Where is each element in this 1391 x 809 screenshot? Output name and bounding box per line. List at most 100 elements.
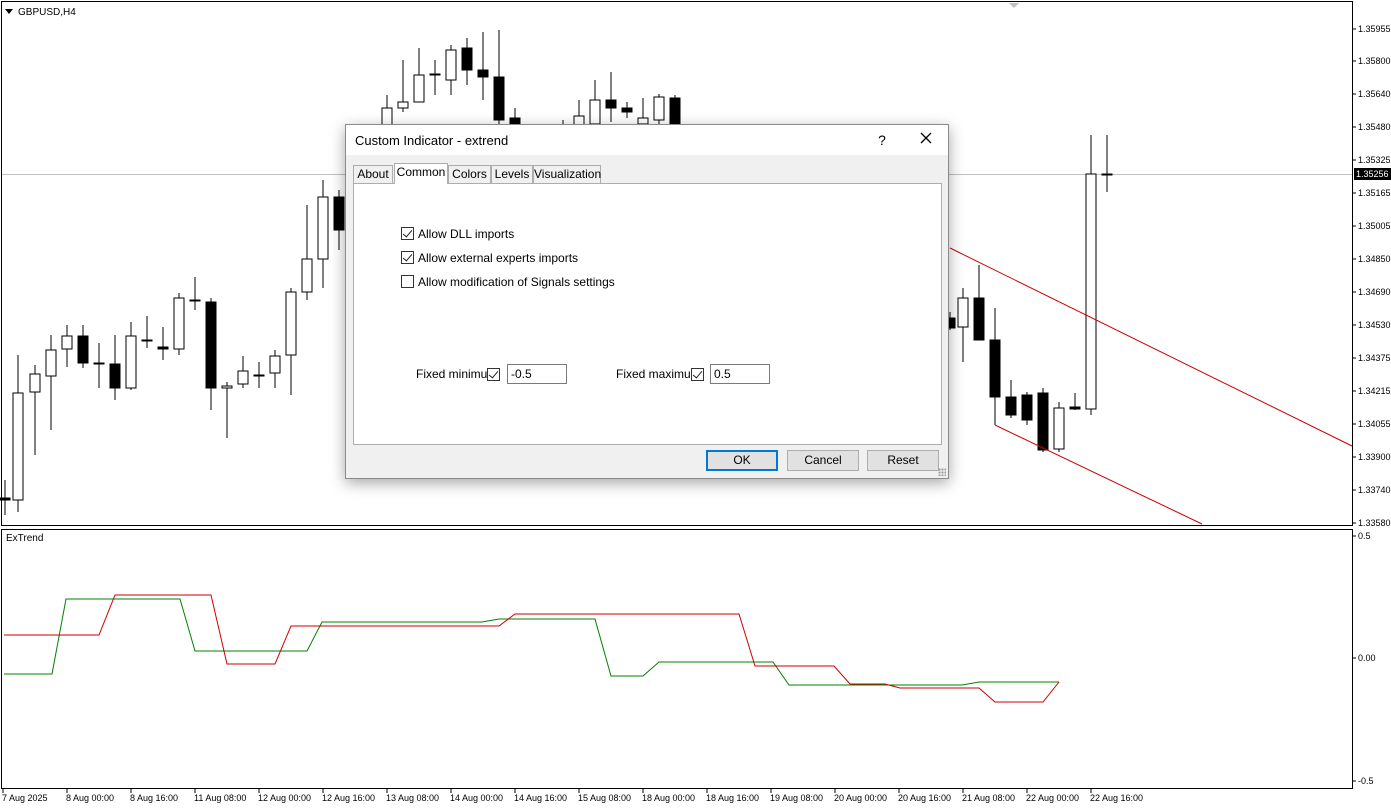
tab-common[interactable]: Common <box>394 163 448 184</box>
candle-body <box>1005 396 1017 416</box>
time-tick-label: 14 Aug 00:00 <box>450 793 503 803</box>
dialog-titlebar[interactable]: Custom Indicator - extrend ? <box>346 125 948 155</box>
price-axis: 1.35955 1.35800 1.35640 1.35480 1.35325 1.351… <box>1352 24 1391 528</box>
candle-body <box>109 363 121 389</box>
time-tick-label: 20 Aug 16:00 <box>898 793 951 803</box>
symbol-label: GBPUSD,H4 <box>18 7 76 18</box>
price-tick-label: 1.34850 <box>1358 254 1391 264</box>
time-tick-label: 22 Aug 00:00 <box>1026 793 1079 803</box>
trend-channel-lower <box>994 424 1203 525</box>
candle-body <box>253 374 265 377</box>
allow-signals-modification-checkbox[interactable] <box>401 275 414 288</box>
price-tick-label: 1.34055 <box>1358 419 1391 429</box>
allow-dll-imports-checkbox[interactable] <box>401 227 414 240</box>
candle-body <box>237 370 249 385</box>
candle-body <box>1069 406 1081 410</box>
candle-body <box>413 74 425 103</box>
indicator-tick-label: -0.5 <box>1358 776 1374 786</box>
help-button[interactable]: ? <box>872 130 892 150</box>
candle-body <box>669 97 681 127</box>
dialog-title: Custom Indicator - extrend <box>355 133 509 148</box>
tab-visualization[interactable]: Visualization <box>533 165 601 183</box>
candle-body <box>989 339 1001 398</box>
current-price-label: 1.35256 <box>1356 169 1389 179</box>
fixed-minimum-label: Fixed minimum <box>416 367 498 381</box>
candle-body <box>333 196 345 231</box>
candle-body <box>61 335 73 350</box>
allow-signals-modification-label: Allow modification of Signals settings <box>418 275 615 289</box>
tab-levels[interactable]: Levels <box>491 165 533 183</box>
candle-body <box>317 196 329 260</box>
candle-body <box>125 335 137 389</box>
time-tick-label: 12 Aug 00:00 <box>258 793 311 803</box>
close-button[interactable] <box>912 130 940 150</box>
candle-body <box>77 335 89 364</box>
candle-body <box>653 96 665 121</box>
shift-marker-icon <box>1009 3 1019 8</box>
indicator-tick-label: 0.00 <box>1358 653 1376 663</box>
candle-body <box>397 101 409 109</box>
candle-body <box>29 373 41 393</box>
price-tick-label: 1.33740 <box>1358 485 1391 495</box>
candle-body <box>157 346 169 350</box>
price-tick-label: 1.33580 <box>1358 518 1391 528</box>
price-tick-label: 1.34215 <box>1358 386 1391 396</box>
price-tick-label: 1.34690 <box>1358 287 1391 297</box>
candle-body <box>1085 173 1097 410</box>
candle-body <box>477 69 489 78</box>
custom-indicator-dialog: Custom Indicator - extrend ? About Commo… <box>345 124 949 479</box>
candle-body <box>0 497 11 501</box>
indicator-pane-border <box>1 529 1353 789</box>
price-tick-label: 1.34530 <box>1358 320 1391 330</box>
time-tick-label: 18 Aug 16:00 <box>706 793 759 803</box>
candle-body <box>12 392 24 501</box>
candle-body <box>957 297 969 328</box>
candle-body <box>589 99 601 125</box>
price-tick-label: 1.35480 <box>1358 122 1391 132</box>
candle-body <box>605 99 617 109</box>
trend-channel <box>949 247 1353 525</box>
time-axis: 7 Aug 2025 8 Aug 00:00 8 Aug 16:00 11 Aug 0… <box>2 789 1143 803</box>
extrend-green-line <box>4 598 1059 686</box>
candle-body <box>189 299 201 302</box>
candle-body <box>45 349 57 377</box>
time-tick-label: 19 Aug 08:00 <box>770 793 823 803</box>
time-tick-label: 22 Aug 16:00 <box>1090 793 1143 803</box>
candle-body <box>973 297 985 341</box>
time-tick-label: 11 Aug 08:00 <box>194 793 246 803</box>
resize-grip-icon[interactable] <box>938 468 946 476</box>
fixed-maximum-input[interactable] <box>710 364 770 384</box>
candle-body <box>461 47 473 71</box>
candle-body <box>621 107 633 113</box>
allow-external-experts-checkbox[interactable] <box>401 251 414 264</box>
candle-body <box>429 73 441 76</box>
ok-button[interactable]: OK <box>706 450 778 471</box>
symbol-menu-arrow-icon[interactable] <box>5 9 13 14</box>
fixed-minimum-input[interactable] <box>507 364 567 384</box>
candle-body <box>205 301 217 389</box>
candle-body <box>1053 407 1065 450</box>
candle-body <box>1021 394 1033 421</box>
candle-body <box>301 258 313 293</box>
fixed-maximum-checkbox[interactable] <box>691 368 704 381</box>
time-tick-label: 8 Aug 00:00 <box>66 793 114 803</box>
tab-colors[interactable]: Colors <box>448 165 491 183</box>
time-tick-label: 8 Aug 16:00 <box>130 793 178 803</box>
time-tick-label: 13 Aug 08:00 <box>386 793 439 803</box>
fixed-minimum-checkbox[interactable] <box>487 368 500 381</box>
candle-body <box>221 385 233 389</box>
candle-body <box>93 362 105 365</box>
price-tick-label: 1.35005 <box>1358 221 1391 231</box>
candle-body <box>493 76 505 121</box>
price-tick-label: 1.35325 <box>1358 155 1391 165</box>
time-tick-label: 15 Aug 08:00 <box>578 793 631 803</box>
reset-button[interactable]: Reset <box>867 450 939 471</box>
close-icon <box>920 132 932 144</box>
tab-about[interactable]: About <box>353 165 393 183</box>
common-tab-panel: Allow DLL imports Allow external experts… <box>353 183 942 445</box>
candle-body <box>269 355 281 374</box>
cancel-button[interactable]: Cancel <box>787 450 859 471</box>
price-tick-label: 1.33900 <box>1358 452 1391 462</box>
fixed-maximum-label: Fixed maximum <box>616 367 701 381</box>
candle-body <box>1037 392 1049 451</box>
